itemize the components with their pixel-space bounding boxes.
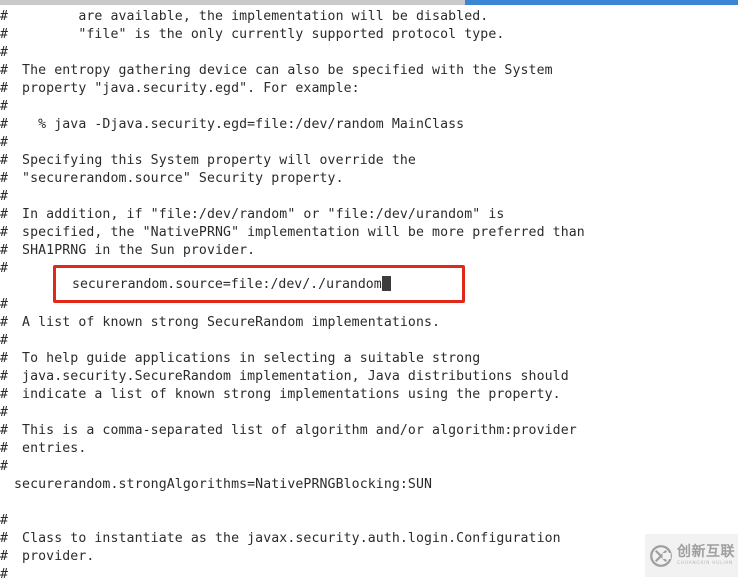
- code-line: securerandom.strongAlgorithms=NativePRNG…: [0, 476, 738, 494]
- comment-hash: #: [0, 441, 9, 456]
- code-line-text: SHA1PRNG in the Sun provider.: [14, 243, 256, 258]
- code-line: #: [0, 566, 738, 584]
- comment-hash: #: [0, 351, 9, 366]
- code-line: # entries.: [0, 440, 738, 458]
- code-line: # SHA1PRNG in the Sun provider.: [0, 242, 738, 260]
- code-line-text: entries.: [14, 441, 87, 456]
- code-line: # This is a comma-separated list of algo…: [0, 422, 738, 440]
- comment-hash: #: [0, 189, 9, 204]
- comment-hash: #: [0, 405, 9, 420]
- code-line: # To help guide applications in selectin…: [0, 350, 738, 368]
- code-line: # specified, the "NativePRNG" implementa…: [0, 224, 738, 242]
- comment-hash: #: [0, 531, 9, 546]
- code-line: # are available, the implementation will…: [0, 8, 738, 26]
- highlighted-property-text: securerandom.source=file:/dev/./urandom: [72, 276, 391, 294]
- code-line: #: [0, 512, 738, 530]
- comment-hash: #: [0, 27, 9, 42]
- comment-hash: #: [0, 513, 9, 528]
- code-line: # A list of known strong SecureRandom im…: [0, 314, 738, 332]
- comment-hash: #: [0, 153, 9, 168]
- code-line: #: [0, 134, 738, 152]
- code-line: # The entropy gathering device can also …: [0, 62, 738, 80]
- code-line: #: [0, 404, 738, 422]
- code-line: # "securerandom.source" Security propert…: [0, 170, 738, 188]
- comment-hash: #: [0, 243, 9, 258]
- code-line-text: This is a comma-separated list of algori…: [14, 423, 577, 438]
- code-line-text: Class to instantiate as the javax.securi…: [14, 531, 561, 546]
- code-line: # java.security.SecureRandom implementat…: [0, 368, 738, 386]
- code-line: # In addition, if "file:/dev/random" or …: [0, 206, 738, 224]
- code-line: # indicate a list of known strong implem…: [0, 386, 738, 404]
- watermark-brand-cn: 创新互联: [677, 543, 735, 560]
- code-line: #: [0, 458, 738, 476]
- code-line: # Class to instantiate as the javax.secu…: [0, 530, 738, 548]
- comment-hash: #: [0, 459, 9, 474]
- comment-hash: #: [0, 171, 9, 186]
- watermark-logo-icon: [650, 544, 672, 567]
- comment-hash: #: [0, 297, 9, 312]
- code-line-text: specified, the "NativePRNG" implementati…: [14, 225, 585, 240]
- code-line: # provider.: [0, 548, 738, 566]
- comment-hash: #: [0, 117, 9, 132]
- code-line-text: java.security.SecureRandom implementatio…: [14, 369, 569, 384]
- code-editor-pane[interactable]: # are available, the implementation will…: [0, 5, 738, 582]
- code-line: # "file" is the only currently supported…: [0, 26, 738, 44]
- code-line: # Specifying this System property will o…: [0, 152, 738, 170]
- comment-hash: #: [0, 369, 9, 384]
- comment-hash: #: [0, 45, 9, 60]
- comment-hash: #: [0, 9, 9, 24]
- code-line-text: A list of known strong SecureRandom impl…: [14, 315, 441, 330]
- comment-hash: #: [0, 333, 9, 348]
- code-line-text: provider.: [14, 549, 95, 564]
- comment-hash: #: [0, 99, 9, 114]
- comment-hash: #: [0, 225, 9, 240]
- code-line-text: securerandom.strongAlgorithms=NativePRNG…: [14, 477, 433, 492]
- code-line: #: [0, 98, 738, 116]
- code-line-text: In addition, if "file:/dev/random" or "f…: [14, 207, 505, 222]
- comment-hash: #: [0, 567, 9, 582]
- code-line: # property "java.security.egd". For exam…: [0, 80, 738, 98]
- text-cursor: [381, 276, 391, 291]
- comment-hash: #: [0, 207, 9, 222]
- comment-hash: #: [0, 135, 9, 150]
- comment-hash: #: [0, 387, 9, 402]
- code-line-text: % java -Djava.security.egd=file:/dev/ran…: [14, 117, 465, 132]
- code-line-text: property "java.security.egd". For exampl…: [14, 81, 360, 96]
- comment-hash: #: [0, 63, 9, 78]
- code-line-text: Specifying this System property will ove…: [14, 153, 416, 168]
- code-line-text: are available, the implementation will b…: [14, 9, 489, 24]
- code-line: #: [0, 188, 738, 206]
- code-line: #: [0, 332, 738, 350]
- code-line-text: indicate a list of known strong implemen…: [14, 387, 561, 402]
- comment-hash: #: [0, 549, 9, 564]
- highlighted-property-value: securerandom.source=file:/dev/./urandom: [72, 277, 382, 292]
- comment-hash: #: [0, 315, 9, 330]
- watermark-text-group: 创新互联 CHUANGXIN HULIAN: [677, 545, 735, 566]
- code-line: # % java -Djava.security.egd=file:/dev/r…: [0, 116, 738, 134]
- comment-hash: #: [0, 261, 9, 276]
- comment-hash: #: [0, 81, 9, 96]
- code-line-text: The entropy gathering device can also be…: [14, 63, 553, 78]
- code-line-text: To help guide applications in selecting …: [14, 351, 481, 366]
- watermark: 创新互联 CHUANGXIN HULIAN: [645, 534, 738, 577]
- code-line: #: [0, 44, 738, 62]
- watermark-brand-en: CHUANGXIN HULIAN: [677, 560, 733, 566]
- comment-hash: #: [0, 423, 9, 438]
- code-line-text: "securerandom.source" Security property.: [14, 171, 344, 186]
- highlighted-property-box[interactable]: securerandom.source=file:/dev/./urandom: [53, 265, 465, 303]
- code-line-text: "file" is the only currently supported p…: [14, 27, 505, 42]
